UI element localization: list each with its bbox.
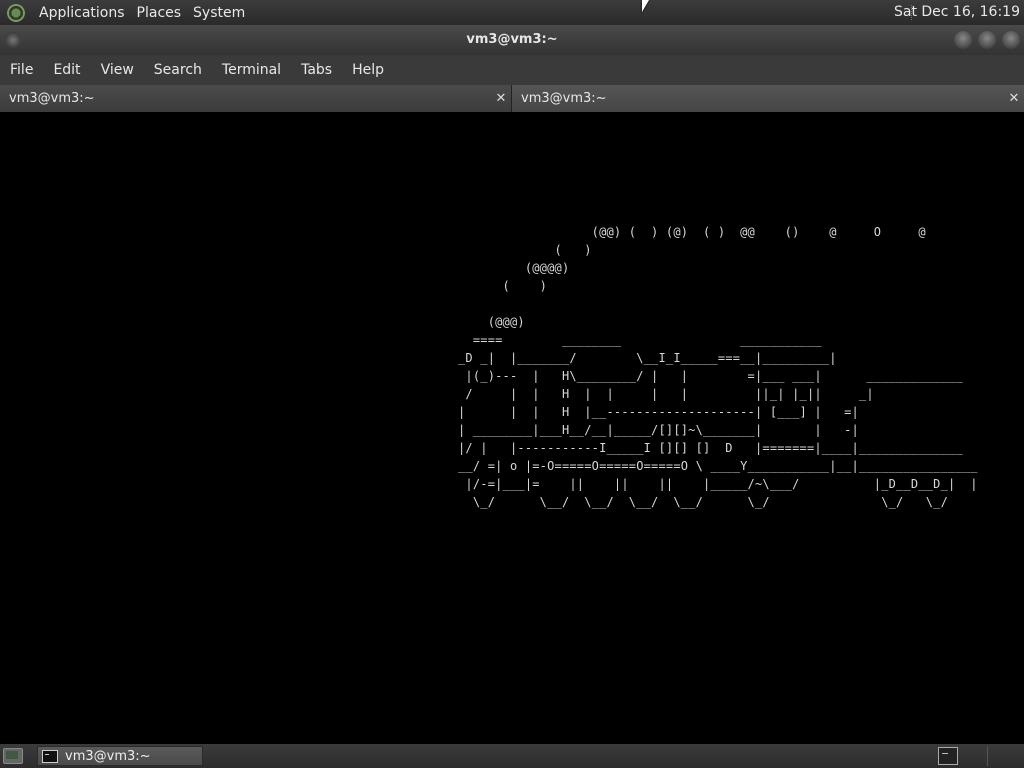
close-button[interactable] (1002, 31, 1020, 49)
tab-1[interactable]: vm3@vm3:~ ✕ (0, 85, 512, 112)
menubar: File Edit View Search Terminal Tabs Help (0, 55, 1024, 85)
terminal-icon (42, 749, 58, 763)
window-menu-icon[interactable] (5, 32, 21, 48)
menu-search[interactable]: Search (144, 62, 212, 78)
tab-2[interactable]: vm3@vm3:~ ✕ (512, 85, 1024, 112)
window-controls (954, 31, 1020, 49)
taskbar-window-button[interactable]: vm3@vm3:~ (37, 746, 203, 766)
system-menu[interactable]: System (187, 5, 251, 21)
menu-terminal[interactable]: Terminal (212, 62, 291, 78)
tab-bar: vm3@vm3:~ ✕ vm3@vm3:~ ✕ (0, 85, 1024, 112)
bottom-panel: vm3@vm3:~ (0, 744, 1024, 768)
top-panel: Applications Places System Sat Dec 16, 1… (0, 0, 1024, 25)
menu-tabs[interactable]: Tabs (291, 62, 342, 78)
terminal-area[interactable]: (@@) ( ) (@) ( ) @@ () @ O @ ( ) (@@@@) … (0, 112, 1024, 744)
show-desktop-icon[interactable] (3, 748, 23, 764)
mate-logo-icon[interactable] (7, 3, 25, 22)
places-menu[interactable]: Places (131, 5, 188, 21)
close-icon[interactable]: ✕ (494, 85, 508, 112)
menu-edit[interactable]: Edit (43, 62, 90, 78)
window-title: vm3@vm3:~ (466, 32, 558, 47)
tray-separator (987, 746, 988, 766)
terminal-output: (@@) ( ) (@) ( ) @@ () @ O @ ( ) (@@@@) … (458, 225, 978, 509)
applications-menu[interactable]: Applications (33, 5, 131, 21)
menu-help[interactable]: Help (342, 62, 394, 78)
maximize-button[interactable] (978, 31, 996, 49)
menu-view[interactable]: View (91, 62, 144, 78)
tab-label: vm3@vm3:~ (9, 91, 95, 106)
menu-file[interactable]: File (0, 62, 43, 78)
close-icon[interactable]: ✕ (1007, 85, 1021, 112)
clock[interactable]: Sat Dec 16, 16:19 (894, 0, 1020, 25)
taskbar-window-label: vm3@vm3:~ (65, 748, 151, 764)
minimize-button[interactable] (954, 31, 972, 49)
mouse-cursor-icon (642, 0, 649, 12)
workspace-switcher-icon[interactable] (938, 747, 958, 765)
window-titlebar[interactable]: vm3@vm3:~ (0, 25, 1024, 55)
tab-label: vm3@vm3:~ (521, 91, 607, 106)
